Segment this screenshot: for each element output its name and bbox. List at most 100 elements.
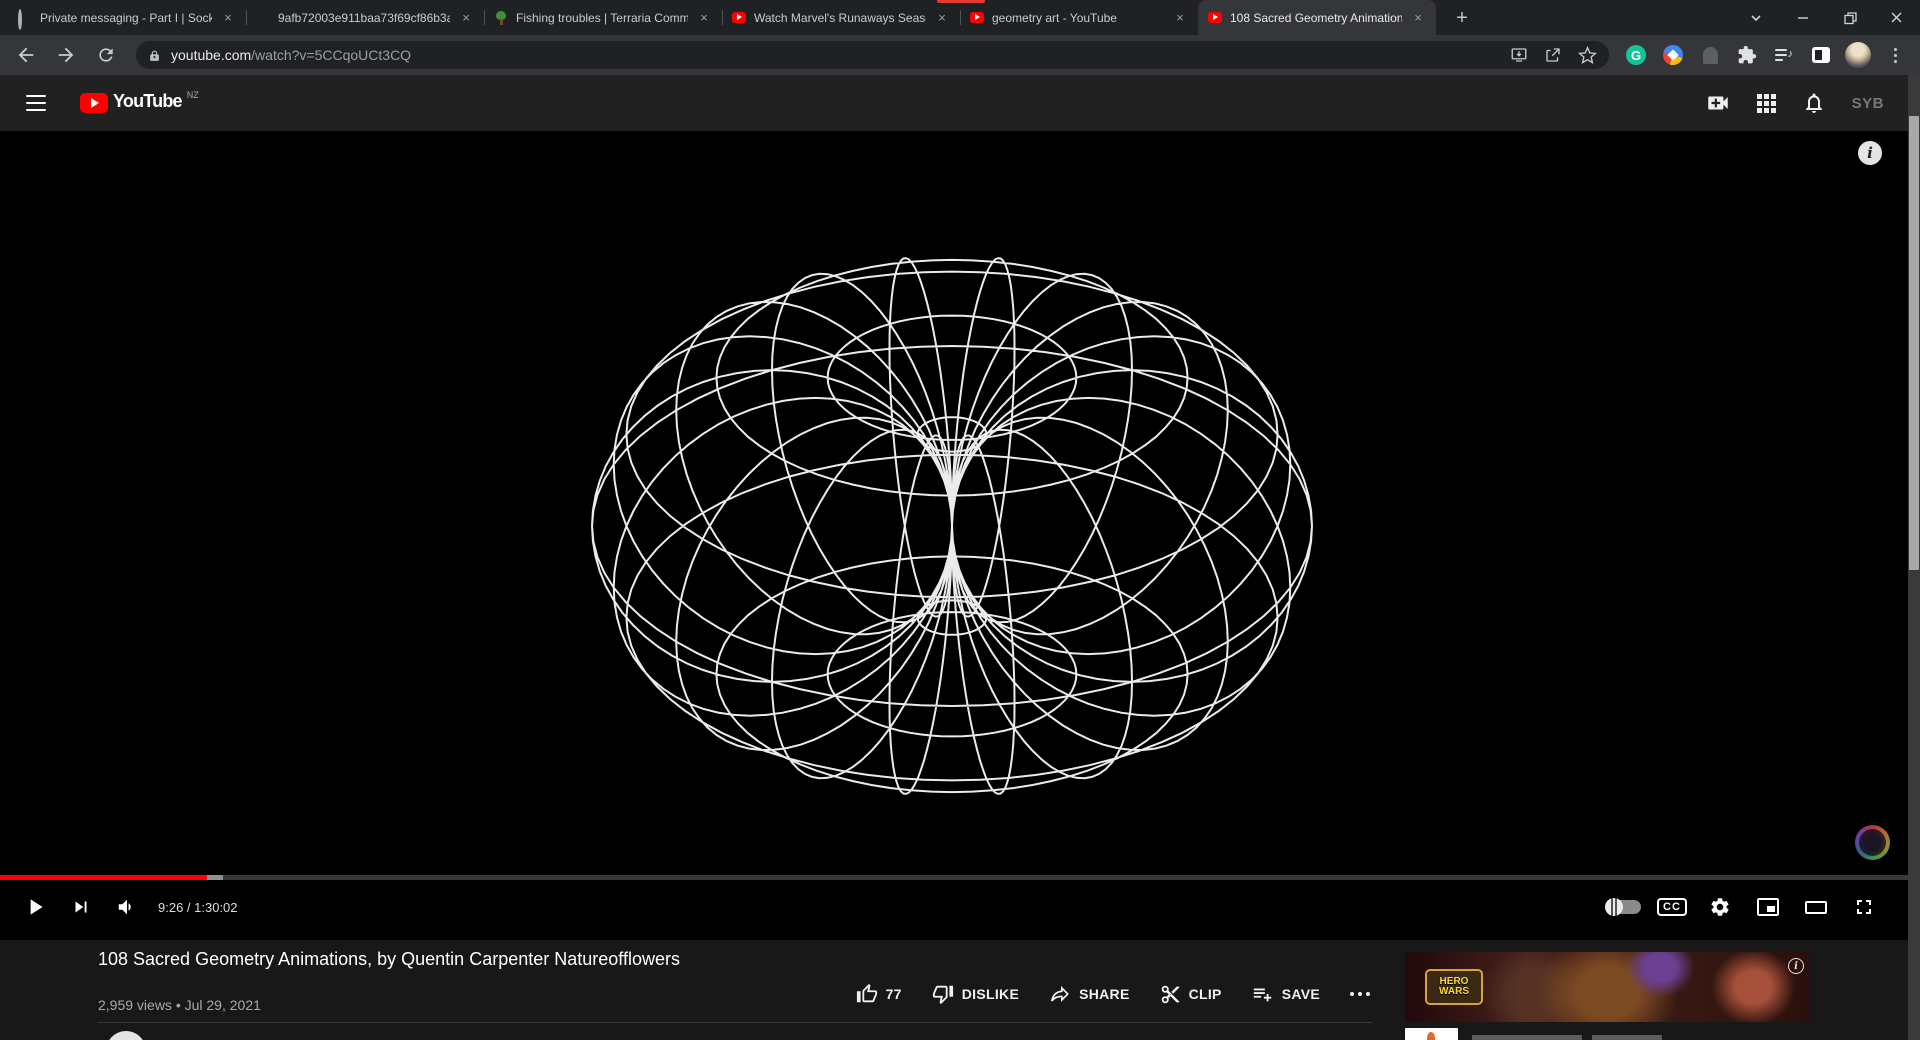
save-label: SAVE (1282, 986, 1320, 1002)
youtube-logo[interactable]: YouTube NZ (80, 91, 199, 113)
notifications-bell-icon[interactable] (1802, 91, 1826, 115)
account-label[interactable]: SYB (1852, 95, 1884, 112)
dislike-button[interactable]: DISLIKE (932, 983, 1019, 1005)
tab-close-icon[interactable]: × (934, 10, 950, 26)
tab-sacred-geometry-active[interactable]: 108 Sacred Geometry Animations × (1198, 0, 1436, 35)
url-bar[interactable]: youtube.com/watch?v=5CCqoUCt3CQ (136, 41, 1609, 69)
profile-avatar[interactable] (1845, 42, 1871, 68)
youtube-icon (970, 11, 984, 25)
create-video-icon[interactable] (1705, 90, 1731, 116)
sidebar-ad-thumbnail[interactable]: HERO WARS i (1405, 952, 1810, 1022)
progress-bar[interactable] (0, 875, 1920, 880)
youtube-apps-icon[interactable] (1757, 94, 1776, 113)
tab-title: 108 Sacred Geometry Animations (1230, 11, 1402, 25)
window-minimize-button[interactable] (1780, 0, 1827, 35)
tab-title: Fishing troubles | Terraria Commu (516, 11, 688, 25)
bookmark-star-icon[interactable] (1578, 46, 1597, 65)
video-meta: 2,959 views • Jul 29, 2021 (98, 997, 261, 1013)
next-ad-favicon[interactable] (1405, 1028, 1458, 1040)
thumbs-down-icon (932, 983, 954, 1005)
tab-close-icon[interactable]: × (696, 10, 712, 26)
window-restore-button[interactable] (1827, 0, 1874, 35)
video-info-icon[interactable]: i (1858, 141, 1882, 165)
player-controls: 9:26 / 1:30:02 CC (0, 883, 1920, 931)
reload-icon[interactable] (90, 39, 122, 71)
lock-icon (148, 49, 161, 62)
browser-toolbar: youtube.com/watch?v=5CCqoUCt3CQ G ♪ (0, 35, 1920, 75)
next-icon (70, 896, 92, 918)
tab-geometry-art[interactable]: geometry art - YouTube × (960, 0, 1198, 35)
tab-private-messaging[interactable]: Private messaging - Part I | Socke × (8, 0, 246, 35)
clip-label: CLIP (1189, 986, 1222, 1002)
tab-title: Watch Marvel's Runaways Season (754, 11, 926, 25)
tab-marvels-runaways[interactable]: Watch Marvel's Runaways Season × (722, 0, 960, 35)
browser-tab-strip: Private messaging - Part I | Socke × 9af… (0, 0, 1920, 35)
play-icon (22, 894, 48, 920)
autoplay-toggle[interactable] (1600, 883, 1648, 931)
compass-extension-icon[interactable] (1660, 42, 1686, 68)
save-button[interactable]: SAVE (1252, 983, 1320, 1005)
share-label: SHARE (1079, 986, 1130, 1002)
media-queue-extension-icon[interactable]: ♪ (1771, 42, 1797, 68)
share-arrow-icon (1049, 983, 1071, 1005)
tab-title: 9afb72003e911baa73f69cf86b3a (278, 11, 450, 25)
tab-title: geometry art - YouTube (992, 11, 1164, 25)
install-app-icon[interactable] (1510, 46, 1528, 64)
page-scrollbar[interactable] (1908, 75, 1920, 1040)
video-player[interactable]: i 9:26 / 1:30:02 CC (0, 131, 1920, 940)
tab-hash-page[interactable]: 9afb72003e911baa73f69cf86b3a × (246, 0, 484, 35)
youtube-header: YouTube NZ SYB (0, 75, 1920, 131)
side-panel-extension-icon[interactable] (1808, 42, 1834, 68)
play-button[interactable] (12, 883, 58, 931)
tab-close-icon[interactable]: × (220, 10, 236, 26)
autoplay-toggle-knob (1607, 900, 1641, 914)
gear-icon (1709, 896, 1731, 918)
extensions-puzzle-icon[interactable] (1734, 42, 1760, 68)
more-actions-button[interactable] (1350, 992, 1370, 996)
theater-icon (1804, 895, 1828, 919)
tab-terraria-forum[interactable]: Fishing troubles | Terraria Commu × (484, 0, 722, 35)
youtube-icon (1208, 11, 1222, 25)
grammarly-icon[interactable]: G (1623, 42, 1649, 68)
share-button[interactable]: SHARE (1049, 983, 1130, 1005)
clip-button[interactable]: CLIP (1160, 984, 1222, 1005)
channel-watermark[interactable] (1855, 825, 1890, 860)
clipped-text (1472, 1035, 1702, 1040)
tab-search-chevron-icon[interactable] (1733, 0, 1780, 35)
ghost-extension-icon[interactable] (1697, 42, 1723, 68)
progress-played (0, 875, 207, 880)
channel-avatar[interactable] (106, 1031, 146, 1040)
socket-icon (18, 11, 32, 25)
watch-page-content: 108 Sacred Geometry Animations, by Quent… (0, 940, 1920, 1040)
tab-close-icon[interactable]: × (1172, 10, 1188, 26)
ad-info-icon[interactable]: i (1788, 958, 1804, 974)
url-text: youtube.com/watch?v=5CCqoUCt3CQ (171, 47, 1500, 63)
tab-title: Private messaging - Part I | Socke (40, 11, 212, 25)
volume-button[interactable] (104, 883, 150, 931)
window-close-button[interactable] (1873, 0, 1920, 35)
like-button[interactable]: 77 (856, 983, 902, 1005)
forward-icon[interactable] (50, 39, 82, 71)
theater-mode-button[interactable] (1792, 883, 1840, 931)
youtube-icon (732, 11, 746, 25)
tab-close-icon[interactable]: × (1410, 10, 1426, 26)
playlist-add-icon (1252, 983, 1274, 1005)
miniplayer-button[interactable] (1744, 883, 1792, 931)
new-tab-button[interactable]: + (1448, 4, 1476, 32)
section-divider (98, 1022, 1372, 1023)
youtube-play-icon (80, 93, 108, 113)
browser-menu-icon[interactable] (1882, 42, 1908, 68)
scrollbar-thumb[interactable] (1909, 116, 1919, 570)
tab-close-icon[interactable]: × (458, 10, 474, 26)
hamburger-menu-icon[interactable] (26, 95, 46, 111)
fullscreen-button[interactable] (1840, 883, 1888, 931)
dislike-label: DISLIKE (962, 986, 1019, 1002)
share-page-icon[interactable] (1544, 46, 1562, 64)
miniplayer-icon (1756, 895, 1780, 919)
back-icon[interactable] (10, 39, 42, 71)
globe-icon (256, 11, 270, 25)
fullscreen-icon (1852, 895, 1876, 919)
subtitles-button[interactable]: CC (1648, 883, 1696, 931)
settings-button[interactable] (1696, 883, 1744, 931)
next-button[interactable] (58, 883, 104, 931)
